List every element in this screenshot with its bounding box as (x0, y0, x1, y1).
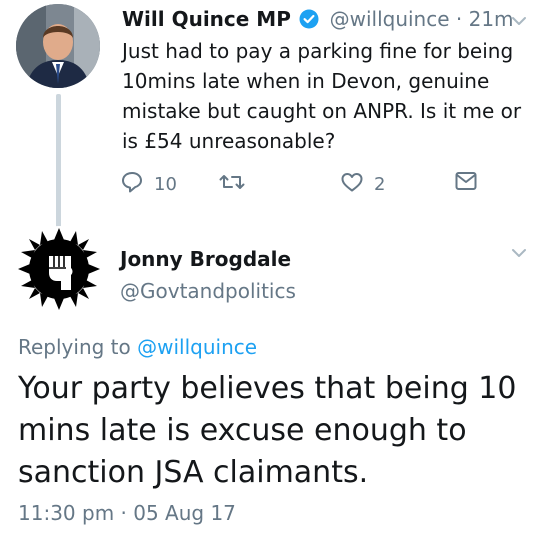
reply-author-name[interactable]: Jonny Brogdale (120, 246, 291, 272)
author-handle[interactable]: @willquince (330, 7, 450, 31)
chevron-down-icon[interactable] (510, 12, 528, 30)
replying-to-line: Replying to @willquince (18, 334, 257, 360)
author-avatar[interactable] (16, 4, 100, 88)
reply-icon (120, 170, 154, 199)
reply-author-handle[interactable]: @Govtandpolitics (120, 278, 296, 304)
verified-icon (299, 9, 319, 35)
reply-text: Your party believes that being 10 mins l… (18, 371, 517, 490)
tweet-actions: 10 2 (120, 170, 480, 196)
reply-button[interactable]: 10 (120, 170, 177, 199)
reply-count: 10 (154, 174, 177, 195)
retweet-button[interactable] (218, 170, 256, 199)
direct-message-icon (454, 170, 488, 197)
author-name[interactable]: Will Quince MP (122, 7, 291, 31)
replying-to-mention[interactable]: @willquince (137, 335, 257, 359)
reply-author-avatar[interactable] (16, 226, 102, 312)
tweet-time[interactable]: 21m (469, 7, 514, 31)
direct-message-button[interactable] (454, 170, 488, 197)
like-count: 2 (374, 174, 386, 195)
thread-connector-line (56, 94, 61, 234)
tweet-header: Will Quince MP @willquince · 21m (122, 6, 514, 35)
like-button[interactable]: 2 (340, 170, 385, 199)
header-separator: · (455, 7, 463, 31)
tweet-text: Just had to pay a parking fine for being… (122, 39, 522, 153)
chevron-down-icon[interactable] (510, 244, 528, 262)
reply-timestamp[interactable]: 11:30 pm · 05 Aug 17 (18, 500, 236, 526)
replying-to-label: Replying to (18, 335, 131, 359)
like-icon (340, 170, 374, 199)
retweet-icon (218, 170, 256, 199)
